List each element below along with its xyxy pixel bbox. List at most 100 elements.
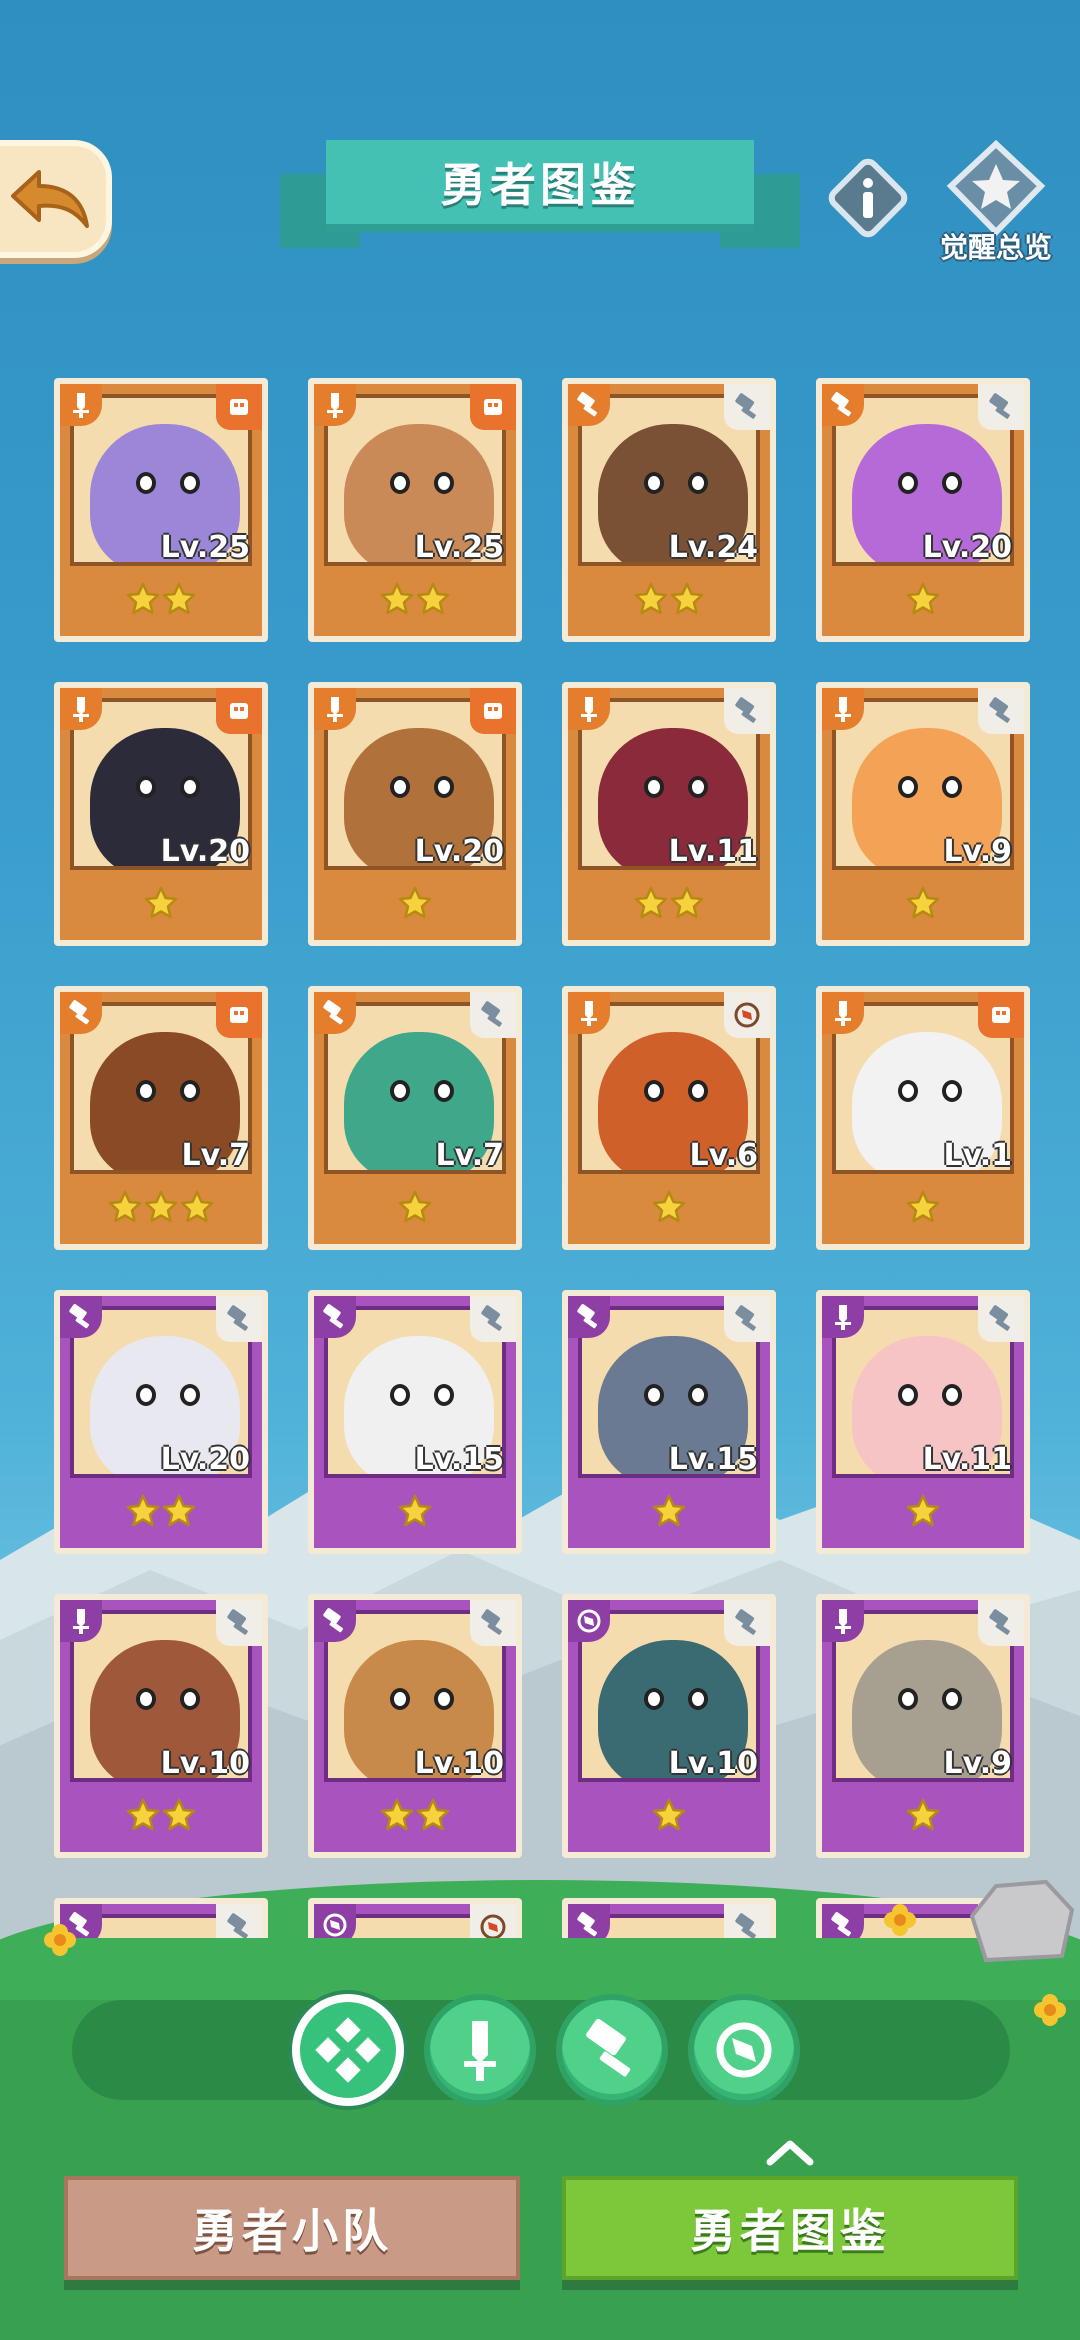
filter-all-button[interactable] [292,1994,404,2106]
hero-card[interactable]: Lv.9 [816,682,1030,946]
sword-icon [73,393,89,418]
hero-card[interactable]: Lv.24 [562,378,776,642]
hero-card[interactable]: Lv.10 [54,1594,268,1858]
hero-card[interactable]: Lv.6 [562,986,776,1250]
hammer-icon [323,1608,344,1633]
class-badge [724,992,770,1038]
hero-level: Lv.7 [181,1138,251,1173]
hammer-icon [735,1305,756,1331]
hero-card[interactable]: Lv.20 [816,378,1030,642]
class-badge [216,992,262,1038]
hero-eye [136,1080,156,1102]
hero-level: Lv.7 [435,1138,505,1173]
sword-role-badge [822,1600,864,1642]
hammer-icon [586,2018,631,2077]
hero-level: Lv.6 [689,1138,759,1173]
hammer-role-badge [60,992,102,1034]
hero-star-rating [60,582,262,632]
hero-level: Lv.25 [160,530,250,565]
hero-star-rating [60,1798,262,1848]
hero-card[interactable]: Lv.15 [308,1290,522,1554]
hero-level: Lv.20 [922,530,1012,565]
back-button[interactable] [0,140,112,258]
hero-eye [390,1384,410,1406]
hero-eye [390,1688,410,1710]
filter-compass-button[interactable] [688,1994,800,2106]
hero-card[interactable]: Lv.1 [816,986,1030,1250]
hammer-icon [831,392,852,417]
sword-role-badge [822,992,864,1034]
filter-sword-button[interactable] [424,1994,536,2106]
class-badge [978,1600,1024,1646]
hero-card[interactable]: Lv.9 [816,1594,1030,1858]
class-badge [216,1296,262,1342]
hero-card[interactable]: Lv.10 [562,1594,776,1858]
hero-card[interactable] [562,1898,776,1938]
hero-card[interactable]: Lv.7 [308,986,522,1250]
hero-level: Lv.9 [943,1746,1013,1781]
star-icon [126,1494,160,1527]
star-icon [380,1798,414,1831]
star-icon [906,1190,940,1223]
info-icon [828,158,908,238]
hammer-role-badge [568,1296,610,1338]
sword-icon [327,697,343,722]
hero-card[interactable]: Lv.25 [54,378,268,642]
hero-star-rating [568,1494,770,1544]
hero-card[interactable]: Lv.20 [54,682,268,946]
hero-level: Lv.20 [160,834,250,869]
hero-card[interactable] [308,1898,522,1938]
hero-level: Lv.1 [943,1138,1013,1173]
hammer-icon [227,1609,248,1635]
sword-icon [835,1001,851,1026]
hero-card[interactable]: Lv.11 [562,682,776,946]
hero-level: Lv.24 [668,530,758,565]
hero-star-rating [568,886,770,936]
hero-star-rating [568,582,770,632]
hero-eye [942,472,962,494]
class-badge [216,1600,262,1646]
class-badge [470,1600,516,1646]
hero-star-rating [314,582,516,632]
class-badge [724,1296,770,1342]
star-icon [126,1798,160,1831]
hero-card[interactable]: Lv.10 [308,1594,522,1858]
hero-star-rating [314,886,516,936]
compass-icon [323,1913,347,1937]
class-badge [470,384,516,430]
star-icon [652,1494,686,1527]
mask-icon [230,1007,248,1023]
tab-hero-album[interactable]: 勇者图鉴 [562,2176,1018,2280]
class-badge [978,688,1024,734]
hammer-icon [577,1304,598,1329]
hero-level: Lv.20 [160,1442,250,1477]
hero-eye [390,776,410,798]
star-icon [906,1798,940,1831]
hero-card[interactable]: Lv.15 [562,1290,776,1554]
star-icon [144,1190,178,1223]
class-badge [470,1296,516,1342]
sword-role-badge [822,688,864,730]
info-button[interactable] [826,156,910,240]
filter-hammer-button[interactable] [556,1994,668,2106]
star-icon [380,582,414,615]
hero-level: Lv.20 [414,834,504,869]
class-badge [470,688,516,734]
hero-card[interactable]: Lv.11 [816,1290,1030,1554]
hero-eye [434,1080,454,1102]
hero-eye [942,1080,962,1102]
hero-card[interactable]: Lv.20 [308,682,522,946]
awaken-overview-button[interactable]: 觉醒总览 [926,140,1066,270]
hero-eye [688,776,708,798]
hero-eye [180,472,200,494]
hero-level: Lv.10 [668,1746,758,1781]
hero-card[interactable] [54,1898,268,1938]
hero-card[interactable]: Lv.25 [308,378,522,642]
star-icon [162,582,196,615]
sword-role-badge [314,384,356,426]
hero-card[interactable]: Lv.20 [54,1290,268,1554]
hero-card[interactable]: Lv.7 [54,986,268,1250]
hero-grid[interactable]: Lv.25 Lv.25 Lv.24 Lv.20 Lv.20 Lv.20 Lv.11 Lv.9 L… [54,378,1034,1938]
tab-hero-team[interactable]: 勇者小队 [64,2176,520,2280]
star-icon [162,1798,196,1831]
